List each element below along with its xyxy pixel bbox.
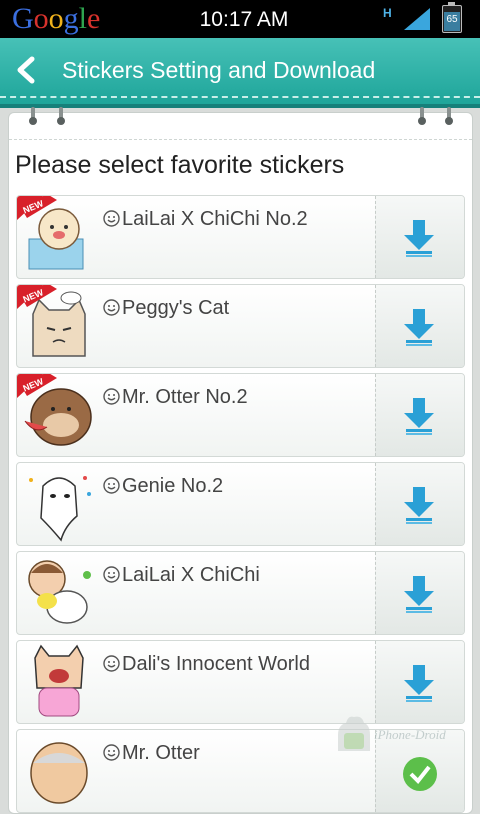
download-button[interactable]	[375, 285, 464, 367]
download-button[interactable]	[375, 641, 464, 723]
header-shadow	[0, 104, 480, 108]
download-button[interactable]	[375, 463, 464, 545]
binder-ring	[418, 107, 426, 129]
sticker-thumbnail-icon	[30, 742, 88, 804]
divider	[9, 139, 472, 140]
new-badge: NEW	[17, 374, 57, 398]
sticker-name: LaiLai X ChiChi No.2	[103, 208, 308, 231]
header-divider	[0, 96, 480, 98]
battery-icon: 65	[442, 2, 462, 33]
sticker-list-panel: Please select favorite stickers NEW LaiL…	[8, 107, 473, 814]
battery-level: 65	[446, 14, 458, 25]
smiley-icon	[103, 477, 120, 494]
sticker-row[interactable]: NEW Mr. Otter No.2	[16, 373, 465, 457]
new-badge: NEW	[17, 196, 57, 220]
smiley-icon	[103, 566, 120, 583]
watermark-text: iPhone-Droid	[374, 727, 446, 742]
binder-ring	[445, 107, 453, 129]
sticker-row[interactable]: Dali's Innocent World	[16, 640, 465, 724]
sticker-name: Mr. Otter	[103, 742, 200, 765]
signal-icon	[404, 8, 430, 30]
binder-ring	[57, 107, 65, 129]
download-icon	[404, 398, 434, 435]
select-prompt: Please select favorite stickers	[15, 151, 345, 179]
new-badge: NEW	[17, 285, 57, 309]
smiley-icon	[103, 299, 120, 316]
sticker-row[interactable]: NEW LaiLai X ChiChi No.2	[16, 195, 465, 279]
back-arrow-icon[interactable]	[14, 56, 38, 84]
sticker-row[interactable]: NEW Peggy's Cat	[16, 284, 465, 368]
network-type: H	[383, 6, 392, 20]
page-title: Stickers Setting and Download	[62, 57, 376, 83]
sticker-name: Peggy's Cat	[103, 297, 229, 320]
download-icon	[404, 309, 434, 346]
sticker-thumbnail-icon	[34, 644, 84, 717]
sticker-row[interactable]: Genie No.2	[16, 462, 465, 546]
download-button[interactable]	[375, 374, 464, 456]
sticker-name: Dali's Innocent World	[103, 653, 310, 676]
sticker-thumbnail-icon	[29, 476, 91, 542]
smiley-icon	[103, 210, 120, 227]
download-button[interactable]	[375, 552, 464, 634]
smiley-icon	[103, 655, 120, 672]
download-button[interactable]	[375, 196, 464, 278]
binder-ring	[29, 107, 37, 129]
download-icon	[404, 220, 434, 257]
app-header: Stickers Setting and Download	[0, 38, 480, 104]
download-icon	[404, 576, 434, 613]
sticker-row[interactable]: LaiLai X ChiChi	[16, 551, 465, 635]
sticker-name: LaiLai X ChiChi	[103, 564, 260, 587]
sticker-name: Genie No.2	[103, 475, 223, 498]
sticker-name: Mr. Otter No.2	[103, 386, 248, 409]
sticker-thumbnail-icon	[28, 560, 91, 624]
status-bar: Google 10:17 AM H 65	[0, 0, 480, 38]
download-icon	[404, 665, 434, 702]
smiley-icon	[103, 744, 120, 761]
android-logo-icon	[338, 716, 370, 751]
watermark: iPhone-Droid	[334, 715, 464, 765]
smiley-icon	[103, 388, 120, 405]
download-icon	[404, 487, 434, 524]
